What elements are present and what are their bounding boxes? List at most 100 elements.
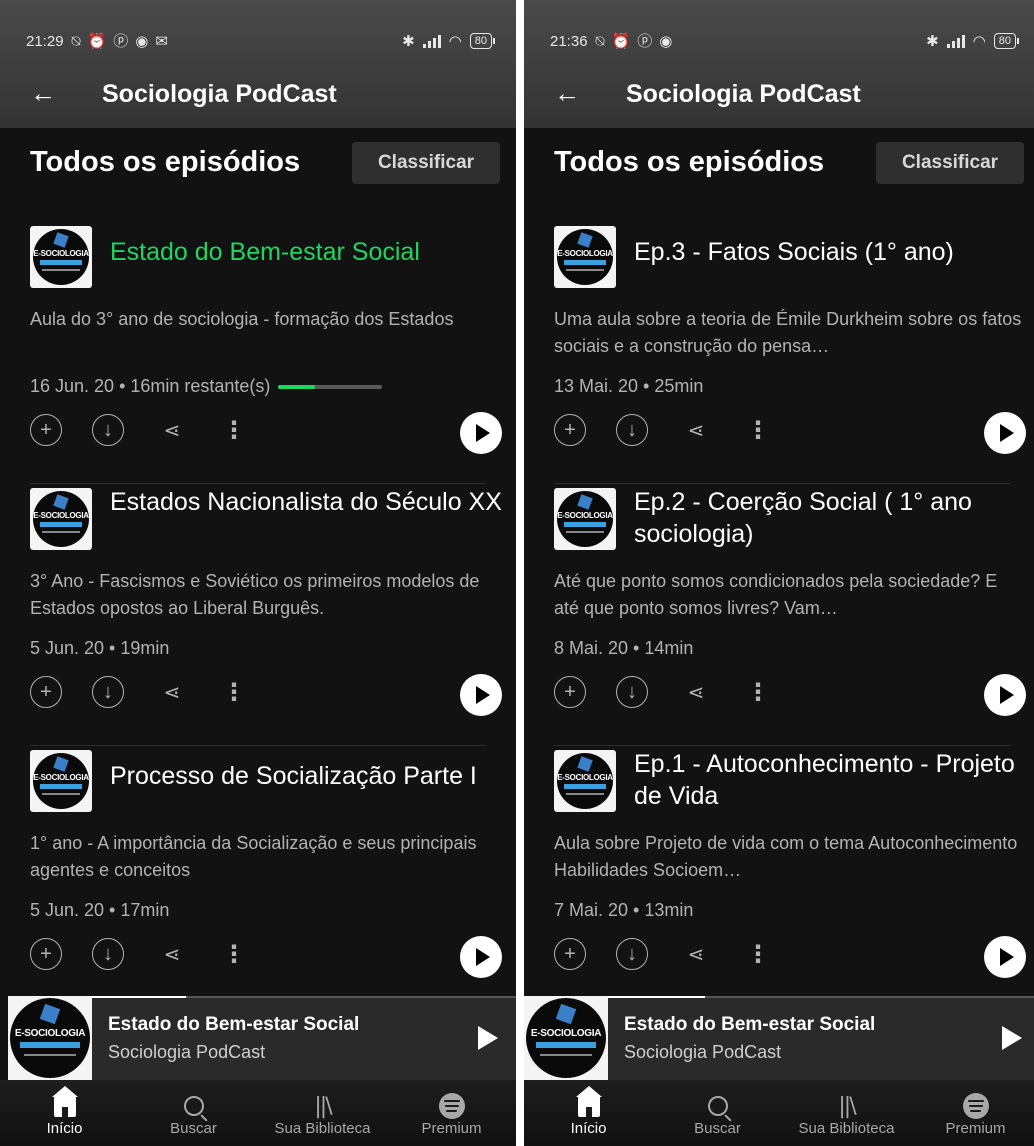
nav-label: Sua Biblioteca xyxy=(274,1120,371,1137)
episode-title[interactable]: Ep.3 - Fatos Sociais (1° ano) xyxy=(634,236,1026,268)
plus-circle-icon[interactable]: + xyxy=(30,938,62,970)
library-icon: ||\ xyxy=(838,1093,856,1119)
podcast-logo: E-SOCIOLOGIA xyxy=(557,753,613,809)
episode-title[interactable]: Processo de Socialização Parte I xyxy=(110,760,502,792)
episode-title[interactable]: Ep.2 - Coerção Social ( 1° ano sociologi… xyxy=(634,486,1026,550)
episode-progress-fill xyxy=(278,384,315,389)
podcast-logo: E-SOCIOLOGIA xyxy=(10,998,90,1078)
pinterest-icon: ⓟ xyxy=(637,32,653,50)
more-vertical-icon[interactable]: ⋮ xyxy=(218,938,250,970)
spotify-icon xyxy=(962,1093,989,1119)
episode-description: Uma aula sobre a teoria de Émile Durkhei… xyxy=(554,309,1022,356)
share-icon[interactable]: ⋖ xyxy=(680,414,712,446)
header: ← Sociologia PodCast xyxy=(0,72,516,116)
status-time: 21:36 xyxy=(550,32,588,50)
share-icon[interactable]: ⋖ xyxy=(680,676,712,708)
top-bar: 21:29 ⍉ ⏰ ⓟ ◉ ✉ ✱ ◠ 80 ← Sociologia PodC… xyxy=(0,0,516,128)
podcast-logo: E-SOCIOLOGIA xyxy=(33,491,89,547)
episode-date-duration: 5 Jun. 20 • 17min xyxy=(30,900,170,920)
nav-library[interactable]: ||\ Sua Biblioteca xyxy=(258,1080,387,1146)
bluetooth-icon: ✱ xyxy=(402,33,415,50)
nav-label: Sua Biblioteca xyxy=(798,1120,895,1137)
mini-player-title: Estado do Bem-estar Social xyxy=(108,1014,360,1035)
episode-item[interactable]: E-SOCIOLOGIA Processo de Socialização Pa… xyxy=(0,746,516,1008)
back-arrow-icon[interactable]: ← xyxy=(30,78,56,108)
mini-player-play-icon[interactable] xyxy=(1002,1026,1022,1050)
mini-player-play-icon[interactable] xyxy=(478,1026,498,1050)
play-icon xyxy=(1000,424,1014,442)
back-arrow-icon[interactable]: ← xyxy=(554,78,580,108)
mini-player-subtitle: Sociologia PodCast xyxy=(108,1042,266,1062)
episode-date-duration: 8 Mai. 20 • 14min xyxy=(554,638,694,658)
play-button[interactable] xyxy=(460,936,502,978)
episode-title[interactable]: Estado do Bem-estar Social xyxy=(110,236,502,268)
sort-button[interactable]: Classificar xyxy=(876,142,1024,184)
episodes-section-header: Todos os episódios Classificar xyxy=(0,138,516,198)
page-title: Sociologia PodCast xyxy=(626,80,861,108)
download-circle-icon[interactable]: ↓ xyxy=(616,938,648,970)
download-circle-icon[interactable]: ↓ xyxy=(616,676,648,708)
mini-player-subtitle: Sociologia PodCast xyxy=(624,1042,782,1062)
plus-circle-icon[interactable]: + xyxy=(554,938,586,970)
episode-description: Aula sobre Projeto de vida com o tema Au… xyxy=(554,833,1018,880)
plus-circle-icon[interactable]: + xyxy=(554,414,586,446)
episode-description: Até que ponto somos condicionados pela s… xyxy=(554,571,998,618)
mini-player[interactable]: E-SOCIOLOGIA Estado do Bem-estar Social … xyxy=(8,996,516,1080)
episode-item[interactable]: E-SOCIOLOGIA Estado do Bem-estar Social … xyxy=(0,222,516,484)
episode-date-duration: 13 Mai. 20 • 25min xyxy=(554,376,704,396)
download-circle-icon[interactable]: ↓ xyxy=(616,414,648,446)
play-button[interactable] xyxy=(984,412,1026,454)
episode-meta: 8 Mai. 20 • 14min xyxy=(554,638,693,659)
more-vertical-icon[interactable]: ⋮ xyxy=(742,938,774,970)
share-icon[interactable]: ⋖ xyxy=(156,676,188,708)
app-notification-icon: ◉ xyxy=(659,32,673,50)
sort-button[interactable]: Classificar xyxy=(352,142,500,184)
share-icon[interactable]: ⋖ xyxy=(156,414,188,446)
play-button[interactable] xyxy=(984,674,1026,716)
page-title: Sociologia PodCast xyxy=(102,80,337,108)
episode-actions: + ↓ ⋖ ⋮ xyxy=(554,674,1026,716)
play-button[interactable] xyxy=(984,936,1026,978)
play-button[interactable] xyxy=(460,674,502,716)
nav-library[interactable]: ||\ Sua Biblioteca xyxy=(782,1080,911,1146)
plus-circle-icon[interactable]: + xyxy=(30,676,62,708)
nav-search[interactable]: Buscar xyxy=(653,1080,782,1146)
nav-home[interactable]: Início xyxy=(0,1080,129,1146)
signal-icon xyxy=(422,34,441,48)
episode-date-duration: 16 Jun. 20 • 16min restante(s) xyxy=(30,376,271,396)
plus-circle-icon[interactable]: + xyxy=(30,414,62,446)
download-circle-icon[interactable]: ↓ xyxy=(92,414,124,446)
download-circle-icon[interactable]: ↓ xyxy=(92,676,124,708)
episode-title[interactable]: Estados Nacionalista do Século XX xyxy=(110,486,502,518)
share-icon[interactable]: ⋖ xyxy=(680,938,712,970)
nav-premium[interactable]: Premium xyxy=(387,1080,516,1146)
episode-item[interactable]: E-SOCIOLOGIA Ep.3 - Fatos Sociais (1° an… xyxy=(524,222,1034,484)
episode-item[interactable]: E-SOCIOLOGIA Ep.2 - Coerção Social ( 1° … xyxy=(524,484,1034,746)
episode-thumbnail: E-SOCIOLOGIA xyxy=(554,488,616,550)
episode-actions: + ↓ ⋖ ⋮ xyxy=(30,412,502,454)
plus-circle-icon[interactable]: + xyxy=(554,676,586,708)
nav-label: Início xyxy=(46,1120,83,1137)
more-vertical-icon[interactable]: ⋮ xyxy=(218,676,250,708)
top-bar: 21:36 ⍉ ⏰ ⓟ ◉ ✱ ◠ 80 ← Sociologia PodCas… xyxy=(524,0,1034,128)
episode-title[interactable]: Ep.1 - Autoconhecimento - Projeto de Vid… xyxy=(634,748,1026,812)
nav-home[interactable]: Início xyxy=(524,1080,653,1146)
share-icon[interactable]: ⋖ xyxy=(156,938,188,970)
more-vertical-icon[interactable]: ⋮ xyxy=(218,414,250,446)
nav-search[interactable]: Buscar xyxy=(129,1080,258,1146)
episode-actions: + ↓ ⋖ ⋮ xyxy=(554,412,1026,454)
nav-premium[interactable]: Premium xyxy=(911,1080,1034,1146)
download-circle-icon[interactable]: ↓ xyxy=(92,938,124,970)
episode-actions: + ↓ ⋖ ⋮ xyxy=(30,674,502,716)
episode-item[interactable]: E-SOCIOLOGIA Ep.1 - Autoconhecimento - P… xyxy=(524,746,1034,1008)
mini-player[interactable]: E-SOCIOLOGIA Estado do Bem-estar Social … xyxy=(524,996,1034,1080)
home-icon xyxy=(51,1086,78,1117)
nav-label: Buscar xyxy=(170,1120,217,1137)
nav-label: Premium xyxy=(945,1120,1006,1137)
play-button[interactable] xyxy=(460,412,502,454)
more-vertical-icon[interactable]: ⋮ xyxy=(742,414,774,446)
section-title: Todos os episódios xyxy=(554,146,825,178)
episode-item[interactable]: E-SOCIOLOGIA Estados Nacionalista do Séc… xyxy=(0,484,516,746)
more-vertical-icon[interactable]: ⋮ xyxy=(742,676,774,708)
play-icon xyxy=(1000,686,1014,704)
